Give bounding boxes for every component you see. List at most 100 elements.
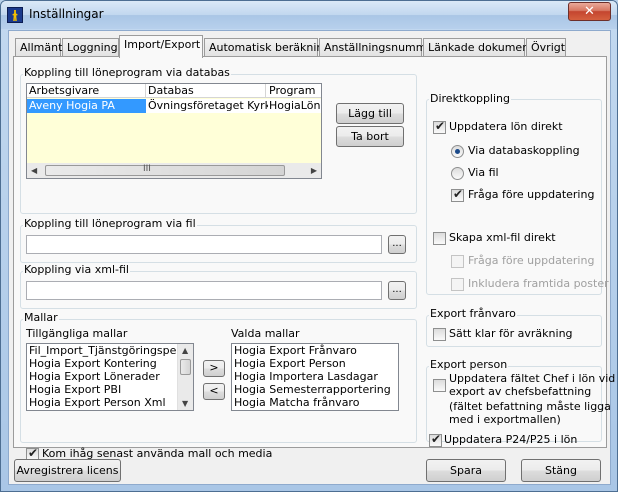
- update-salary-checkbox[interactable]: ✔: [433, 119, 446, 134]
- via-file-label: Via fil: [468, 166, 499, 179]
- list-item[interactable]: Hogia Export Frånvaro: [232, 344, 398, 357]
- file-link-title: Koppling till löneprogram via fil: [23, 217, 197, 230]
- list-item[interactable]: Hogia Export Person Xml: [27, 396, 193, 409]
- check-icon: ✔: [28, 446, 39, 460]
- xml-ask-before-checkbox[interactable]: [451, 255, 464, 268]
- cell-databas: Övningsföretaget Kyrkan: [148, 99, 268, 112]
- table-header: Arbetsgivare Databas Program: [27, 84, 321, 98]
- db-link-table[interactable]: Arbetsgivare Databas Program Aveny Hogia…: [26, 83, 322, 179]
- list-item[interactable]: Hogia Matcha frånvaro: [232, 396, 398, 409]
- tab-lankade-dokument[interactable]: Länkade dokument: [423, 38, 534, 57]
- export-person-title: Export person: [429, 358, 509, 371]
- include-future-label: Inkludera framtida poster: [468, 277, 609, 290]
- available-templates-label: Tillgängliga mallar: [26, 327, 128, 340]
- export-person-group: Export person Uppdatera fältet Chef i lö…: [426, 358, 615, 447]
- update-p24-label: Uppdatera P24/P25 i lön: [444, 433, 578, 446]
- available-list-scrollbar[interactable]: ▲ ▼: [177, 344, 193, 410]
- db-link-group: Koppling till löneprogram via databas Ar…: [20, 66, 417, 214]
- file-link-browse-button[interactable]: ...: [388, 235, 406, 254]
- direct-link-title: Direktkoppling: [429, 92, 511, 105]
- window-close-button[interactable]: ✕: [568, 2, 611, 21]
- dialog-client: Allmänt Loggning Import/Export Automatis…: [8, 30, 615, 485]
- templates-group: Mallar Tillgängliga mallar Fil_Import_Tj…: [20, 311, 417, 461]
- direct-link-group: Direktkoppling ✔ Uppdatera lön direkt Vi…: [426, 92, 609, 295]
- ask-before-update-checkbox[interactable]: ✔: [451, 187, 464, 202]
- cell-program: HogiaLön P: [269, 99, 321, 112]
- selected-templates-label: Valda mallar: [231, 327, 300, 340]
- move-left-button[interactable]: <: [203, 383, 225, 400]
- include-future-checkbox[interactable]: [451, 278, 464, 291]
- update-boss-checkbox[interactable]: [433, 379, 446, 392]
- tab-anstallningsnummer[interactable]: Anställningsnummer: [319, 38, 438, 57]
- list-item[interactable]: Hogia Export PBI: [27, 383, 193, 396]
- import-export-page: Koppling till löneprogram via databas Ar…: [13, 56, 615, 461]
- tab-automatisk-berakning[interactable]: Automatisk beräkning: [204, 38, 330, 57]
- tab-strip: Allmänt Loggning Import/Export Automatis…: [13, 35, 603, 58]
- via-db-radio[interactable]: [451, 145, 464, 158]
- xml-link-input[interactable]: [26, 281, 382, 300]
- col-header-program[interactable]: Program: [269, 84, 321, 98]
- check-icon: ✔: [431, 432, 442, 446]
- export-absence-title: Export frånvaro: [429, 307, 517, 320]
- scroll-right-icon[interactable]: ▶: [311, 166, 317, 175]
- scroll-thumb[interactable]: [180, 359, 191, 375]
- update-boss-label-line1: Uppdatera fältet Chef i lön vid: [449, 372, 616, 385]
- update-p24-checkbox[interactable]: ✔: [429, 432, 442, 447]
- table-row[interactable]: Aveny Hogia PA Övningsföretaget Kyrkan H…: [27, 99, 321, 113]
- col-header-databas[interactable]: Databas: [148, 84, 266, 98]
- settings-window: Inställningar ✕ Allmänt Loggning Import/…: [0, 0, 618, 492]
- update-boss-note-line1: (fältet befattning måste ligga: [449, 400, 611, 413]
- title-bar: Inställningar ✕: [1, 1, 617, 29]
- remove-db-link-button[interactable]: Ta bort: [336, 126, 404, 147]
- ready-for-settlement-checkbox[interactable]: [433, 328, 446, 341]
- app-logo-icon: [7, 7, 23, 23]
- xml-link-browse-button[interactable]: ...: [388, 281, 406, 300]
- check-icon: ✔: [453, 187, 464, 201]
- save-button[interactable]: Spara: [426, 459, 506, 482]
- list-item[interactable]: Hogia Semesterrapportering: [232, 383, 398, 396]
- update-salary-label: Uppdatera lön direkt: [449, 120, 563, 133]
- xml-link-title: Koppling via xml-fil: [23, 263, 130, 276]
- unregister-license-button[interactable]: Avregistrera licens: [14, 459, 121, 482]
- list-item[interactable]: Hogia Export Lönerader: [27, 370, 193, 383]
- move-right-button[interactable]: >: [203, 360, 225, 377]
- radio-selected-icon: [455, 149, 460, 154]
- available-templates-list[interactable]: Fil_Import_Tjänstgöringsperiode Hogia Ex…: [26, 343, 194, 411]
- xml-ask-before-label: Fråga före uppdatering: [468, 254, 595, 267]
- list-item[interactable]: Hogia Export Person: [232, 357, 398, 370]
- table-horizontal-scrollbar[interactable]: ◀ III ▶: [27, 163, 321, 178]
- scroll-left-icon[interactable]: ◀: [31, 166, 37, 175]
- tab-ovrigt[interactable]: Övrigt: [526, 38, 566, 57]
- scroll-up-icon[interactable]: ▲: [182, 346, 188, 355]
- add-db-link-button[interactable]: Lägg till: [336, 103, 404, 124]
- window-title: Inställningar: [29, 7, 104, 21]
- ready-for-settlement-label: Sätt klar för avräkning: [449, 327, 573, 340]
- col-header-arbetsgivare[interactable]: Arbetsgivare: [29, 84, 146, 98]
- tab-allmant[interactable]: Allmänt: [15, 38, 62, 57]
- list-item[interactable]: Hogia Export Kontering: [27, 357, 193, 370]
- close-button[interactable]: Stäng: [521, 459, 601, 482]
- create-xml-checkbox[interactable]: [433, 232, 446, 245]
- file-link-group: Koppling till löneprogram via fil ...: [20, 217, 417, 263]
- list-item[interactable]: Hogia Importera Lasdagar: [232, 370, 398, 383]
- create-xml-label: Skapa xml-fil direkt: [449, 231, 556, 244]
- export-absence-group: Export frånvaro Sätt klar för avräkning: [426, 307, 602, 347]
- update-boss-label-line2: export av chefsbefattning: [449, 385, 592, 398]
- ask-before-update-label: Fråga före uppdatering: [468, 188, 595, 201]
- selected-templates-list[interactable]: Hogia Export Frånvaro Hogia Export Perso…: [231, 343, 399, 411]
- list-item[interactable]: Fil_Import_Tjänstgöringsperiode: [27, 344, 179, 357]
- update-boss-note-line2: med i exportmallen): [449, 413, 561, 426]
- scroll-grip: III: [143, 164, 151, 174]
- tab-loggning[interactable]: Loggning: [62, 38, 119, 57]
- via-db-label: Via databaskoppling: [468, 144, 580, 157]
- scroll-down-icon[interactable]: ▼: [182, 399, 188, 408]
- db-link-title: Koppling till löneprogram via databas: [23, 66, 231, 79]
- scroll-thumb[interactable]: [45, 165, 285, 176]
- file-link-input[interactable]: [26, 235, 382, 254]
- xml-link-group: Koppling via xml-fil ...: [20, 263, 417, 309]
- via-file-radio[interactable]: [451, 167, 464, 180]
- check-icon: ✔: [435, 119, 446, 133]
- tab-import-export[interactable]: Import/Export: [119, 35, 203, 58]
- templates-title: Mallar: [23, 311, 59, 324]
- cell-arbetsgivare: Aveny Hogia PA: [27, 99, 146, 113]
